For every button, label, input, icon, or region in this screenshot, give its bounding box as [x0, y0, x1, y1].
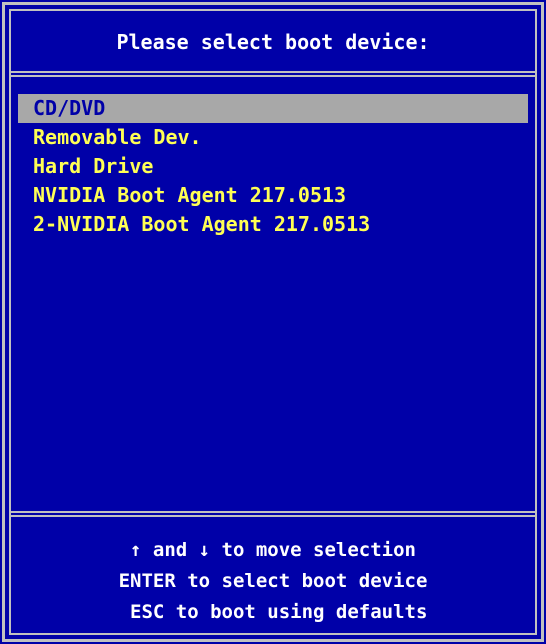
- help-line-esc: ESC to boot using defaults: [118, 601, 428, 623]
- help-line-enter: ENTER to select boot device: [118, 570, 428, 592]
- boot-menu-title: Please select boot device:: [116, 30, 430, 54]
- boot-device-item-nvidia-agent[interactable]: NVIDIA Boot Agent 217.0513: [18, 181, 528, 210]
- help-line-navigate: ↑ and ↓ to move selection: [130, 539, 416, 561]
- header-divider: [9, 71, 537, 77]
- footer-divider: [9, 511, 537, 517]
- boot-device-item-removable[interactable]: Removable Dev.: [18, 123, 528, 152]
- boot-device-item-cd-dvd[interactable]: CD/DVD: [18, 94, 528, 123]
- help-footer: ↑ and ↓ to move selection ENTER to selec…: [0, 535, 546, 628]
- boot-device-list: CD/DVD Removable Dev. Hard Drive NVIDIA …: [18, 94, 528, 239]
- boot-device-item-hard-drive[interactable]: Hard Drive: [18, 152, 528, 181]
- boot-menu-screen: Please select boot device: CD/DVD Remova…: [0, 0, 546, 644]
- boot-device-item-nvidia-agent-2[interactable]: 2-NVIDIA Boot Agent 217.0513: [18, 210, 528, 239]
